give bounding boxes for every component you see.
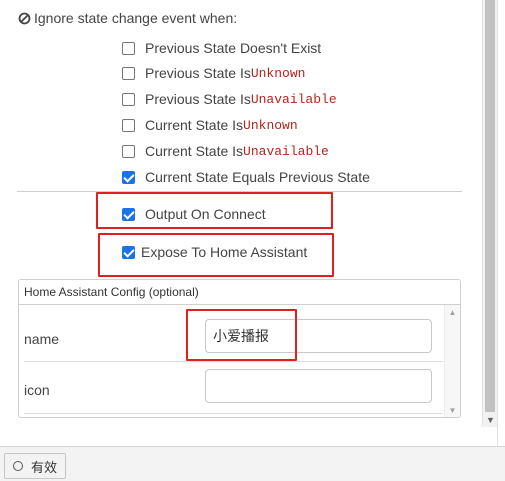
option-code: Unavailable xyxy=(250,91,337,107)
option-checkbox[interactable] xyxy=(122,118,135,132)
option-label: Current State Is xyxy=(145,143,244,159)
status-label: 有效 xyxy=(31,459,58,475)
ignore-heading: Ignore state change event when: xyxy=(18,10,237,26)
main-scrollbar[interactable]: ▼ xyxy=(482,0,498,427)
name-label: name xyxy=(24,331,60,347)
option-checkbox[interactable] xyxy=(122,41,135,55)
status-toggle-button[interactable]: 有效 xyxy=(4,453,67,479)
expose-to-ha-checkbox[interactable] xyxy=(122,245,135,259)
option-label: Previous State Doesn't Exist xyxy=(145,40,322,56)
circle-icon xyxy=(13,461,23,471)
option-code: Unknown xyxy=(243,117,298,133)
config-scrollbar[interactable]: ▲ ▼ xyxy=(444,305,460,417)
row-separator xyxy=(24,413,443,414)
option-checkbox[interactable] xyxy=(122,92,135,106)
option-checkbox[interactable] xyxy=(122,144,135,158)
scroll-down-icon[interactable]: ▼ xyxy=(483,413,498,427)
option-code: Unknown xyxy=(250,65,306,81)
option-code: Unavailable xyxy=(243,143,329,159)
expose-to-ha[interactable]: Expose To Home Assistant xyxy=(122,242,307,262)
ban-icon xyxy=(18,12,31,25)
ha-config-title: Home Assistant Config (optional) xyxy=(19,280,460,305)
node-edit-panel: Ignore state change event when: Previous… xyxy=(0,0,482,446)
option-prev-doesnt-exist[interactable]: Previous State Doesn't Exist xyxy=(122,38,321,58)
scroll-down-icon[interactable]: ▼ xyxy=(445,406,460,415)
option-label: Current State Is xyxy=(145,117,244,133)
option-label: Current State Equals Previous State xyxy=(145,169,370,185)
scroll-up-icon[interactable]: ▲ xyxy=(445,308,460,317)
ignore-heading-text: Ignore state change event when: xyxy=(34,10,238,26)
icon-label: icon xyxy=(24,382,50,398)
scrollbar-thumb[interactable] xyxy=(485,0,495,412)
option-curr-unknown[interactable]: Current State Is Unknown xyxy=(122,115,298,135)
footer-bar: 有效 xyxy=(0,446,505,481)
right-gutter xyxy=(497,0,505,446)
icon-input[interactable] xyxy=(205,369,432,403)
option-curr-equals-prev[interactable]: Current State Equals Previous State xyxy=(122,167,370,187)
option-label: Previous State Is xyxy=(145,65,251,81)
output-on-connect-checkbox[interactable] xyxy=(122,207,135,221)
highlight-box xyxy=(186,309,297,361)
expose-to-ha-label: Expose To Home Assistant xyxy=(141,244,308,260)
option-checkbox[interactable] xyxy=(122,170,135,184)
config-row-icon: icon xyxy=(19,362,443,412)
option-checkbox[interactable] xyxy=(122,66,135,80)
output-on-connect[interactable]: Output On Connect xyxy=(122,204,266,224)
option-prev-unknown[interactable]: Previous State Is Unknown xyxy=(122,63,305,83)
option-label: Previous State Is xyxy=(145,91,251,107)
output-on-connect-label: Output On Connect xyxy=(145,206,266,222)
option-curr-unavailable[interactable]: Current State Is Unavailable xyxy=(122,141,329,161)
option-prev-unavailable[interactable]: Previous State Is Unavailable xyxy=(122,89,337,109)
